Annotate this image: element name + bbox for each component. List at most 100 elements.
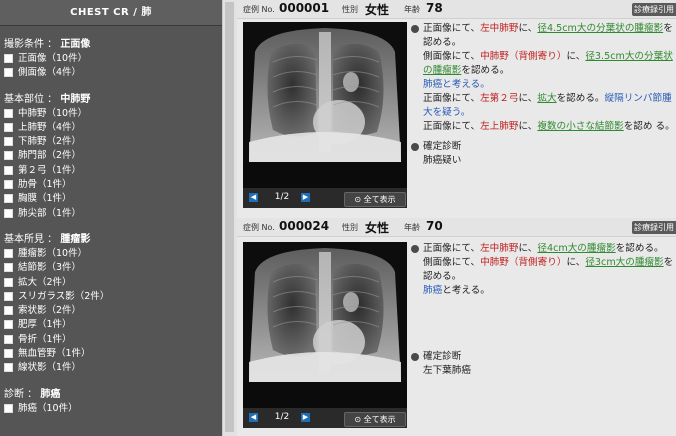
- filter-option-label: スリガラス影（2件）: [18, 290, 110, 302]
- filter-option[interactable]: 上肺野（4件）: [4, 121, 222, 135]
- show-all-button[interactable]: ⊙ 全て表示: [344, 192, 406, 207]
- filter-option-label: 腫瘤影（10件）: [18, 247, 88, 259]
- filter-checkbox[interactable]: [4, 248, 13, 258]
- filter-option-label: 下肺野（2件）: [18, 136, 82, 148]
- filter-option-label: 線状影（1件）: [18, 362, 82, 374]
- filter-option-label: 中肺野（10件）: [18, 107, 88, 119]
- diagnosis-value: 左下葉肺癌: [423, 365, 471, 376]
- filter-group: 撮影条件 ： 正面像 正面像（10件） 側面像（4件）: [0, 38, 222, 81]
- finding-term-link[interactable]: 複数の小さな結節影: [537, 121, 623, 132]
- prev-image-icon[interactable]: ◀: [249, 193, 258, 202]
- filter-groups: 撮影条件 ： 正面像 正面像（10件） 側面像（4件） 基本部位 ： 中肺野中肺野（1…: [0, 38, 222, 416]
- filter-checkbox[interactable]: [4, 291, 13, 301]
- filter-option[interactable]: 骨折（1件）: [4, 333, 222, 347]
- xray-frame[interactable]: [243, 22, 407, 188]
- finding-term-link[interactable]: 径4.5cm大の分葉状の腫瘤影: [537, 23, 663, 34]
- filter-checkbox[interactable]: [4, 68, 13, 78]
- filter-checkbox[interactable]: [4, 349, 13, 359]
- filter-checkbox[interactable]: [4, 320, 13, 330]
- filter-checkbox[interactable]: [4, 277, 13, 287]
- filter-option[interactable]: 拡大（2件）: [4, 276, 222, 290]
- filter-option[interactable]: 肺癌（10件）: [4, 402, 222, 416]
- sex-label: 性別: [342, 223, 358, 232]
- filter-checkbox[interactable]: [4, 180, 13, 190]
- case-header: 症例 No. 000024 性別 女性 年齢 70 診療録引用: [237, 218, 676, 237]
- filter-checkbox[interactable]: [4, 403, 13, 413]
- finding-term-link[interactable]: 拡大: [537, 93, 556, 104]
- filter-checkbox[interactable]: [4, 108, 13, 118]
- record-citation-button[interactable]: 診療録引用: [632, 221, 676, 234]
- finding-text: 正面像にて、: [423, 93, 481, 104]
- viewer-controls: ◀ 1/2 ▶ ⊙ 全て表示: [243, 188, 407, 208]
- sidebar-title: CHEST CR / 肺: [0, 0, 222, 26]
- diagnosis-block: 確定診断 肺癌疑い: [411, 140, 676, 168]
- filter-option[interactable]: 肥厚（1件）: [4, 318, 222, 332]
- finding-text: に、: [566, 51, 586, 62]
- finding-text: に、: [518, 243, 538, 254]
- filter-option-label: 肺癌（10件）: [18, 402, 78, 414]
- filter-option[interactable]: 正面像（10件）: [4, 52, 222, 66]
- show-all-button[interactable]: ⊙ 全て表示: [344, 412, 406, 427]
- filter-group-label: 基本部位 ：: [4, 93, 58, 105]
- filter-option[interactable]: 肋骨（1件）: [4, 178, 222, 192]
- finding-line: 肺癌と考える。: [423, 78, 676, 92]
- filter-option[interactable]: 中肺野（10件）: [4, 107, 222, 121]
- case-header: 症例 No. 000001 性別 女性 年齢 78 診療録引用: [237, 0, 676, 19]
- filter-checkbox[interactable]: [4, 263, 13, 273]
- filter-option-label: 肋骨（1件）: [18, 179, 72, 191]
- filter-checkbox[interactable]: [4, 165, 13, 175]
- filter-group-selected: 肺癌: [40, 388, 61, 400]
- show-all-icon: ⊙: [354, 195, 362, 204]
- filter-checkbox[interactable]: [4, 151, 13, 161]
- filter-checkbox[interactable]: [4, 54, 13, 63]
- finding-text: 側面像にて、: [423, 51, 481, 62]
- sex-label: 性別: [342, 5, 358, 14]
- finding-line: 肺癌と考える。: [423, 284, 676, 298]
- filter-option[interactable]: 無血管野（1件）: [4, 347, 222, 361]
- filter-group-title: 撮影条件 ： 正面像: [4, 38, 222, 52]
- finding-text: 正面像にて、: [423, 23, 481, 34]
- filter-checkbox[interactable]: [4, 363, 13, 373]
- filter-checkbox[interactable]: [4, 137, 13, 147]
- filter-option[interactable]: 肺尖部（1件）: [4, 207, 222, 221]
- show-all-label: 全て表示: [363, 195, 396, 204]
- finding-term-link[interactable]: 径3cm大の腫瘤影: [585, 257, 663, 268]
- filter-checkbox[interactable]: [4, 334, 13, 344]
- filter-option[interactable]: 胸膜（1件）: [4, 192, 222, 206]
- filter-option[interactable]: 肺門部（2件）: [4, 149, 222, 163]
- record-citation-button[interactable]: 診療録引用: [632, 3, 676, 16]
- next-image-icon[interactable]: ▶: [301, 413, 310, 422]
- prev-image-icon[interactable]: ◀: [249, 413, 258, 422]
- filter-option-label: 胸膜（1件）: [18, 193, 72, 205]
- age-label: 年齢: [404, 223, 420, 232]
- next-image-icon[interactable]: ▶: [301, 193, 310, 202]
- filter-option[interactable]: 索状影（2件）: [4, 304, 222, 318]
- filter-option[interactable]: 線状影（1件）: [4, 361, 222, 375]
- sidebar-scrollbar[interactable]: [222, 0, 237, 436]
- filter-checkbox[interactable]: [4, 194, 13, 204]
- diagnosis-term-link[interactable]: 肺癌と考える。: [423, 79, 490, 90]
- xray-frame[interactable]: [243, 242, 407, 408]
- filter-option[interactable]: 結節影（3件）: [4, 261, 222, 275]
- filter-option[interactable]: 側面像（4件）: [4, 66, 222, 80]
- filter-option[interactable]: スリガラス影（2件）: [4, 290, 222, 304]
- filter-group-title: 基本所見 ： 腫瘤影: [4, 233, 222, 247]
- filter-option-label: 側面像（4件）: [18, 67, 82, 79]
- filter-option-label: 拡大（2件）: [18, 276, 72, 288]
- finding-line: 側面像にて、中肺野（背側寄り）に、径3cm大の腫瘤影を認める。: [423, 256, 676, 284]
- finding-text: に、: [518, 23, 538, 34]
- scrollbar-thumb[interactable]: [225, 2, 234, 432]
- finding-term-link[interactable]: 径4cm大の腫瘤影: [537, 243, 615, 254]
- diagnosis-term-link[interactable]: 肺癌: [423, 285, 442, 296]
- filter-option[interactable]: 下肺野（2件）: [4, 135, 222, 149]
- filter-option-label: 骨折（1件）: [18, 333, 72, 345]
- filter-option[interactable]: 腫瘤影（10件）: [4, 247, 222, 261]
- filter-checkbox[interactable]: [4, 122, 13, 132]
- filter-option-label: 索状影（2件）: [18, 305, 82, 317]
- filter-group-selected: 中肺野: [60, 93, 91, 105]
- filter-checkbox[interactable]: [4, 208, 13, 218]
- case-no-label: 症例 No.: [243, 223, 275, 232]
- filter-option[interactable]: 第２弓（1件）: [4, 164, 222, 178]
- filter-checkbox[interactable]: [4, 306, 13, 316]
- location-term: 左中肺野: [480, 23, 519, 34]
